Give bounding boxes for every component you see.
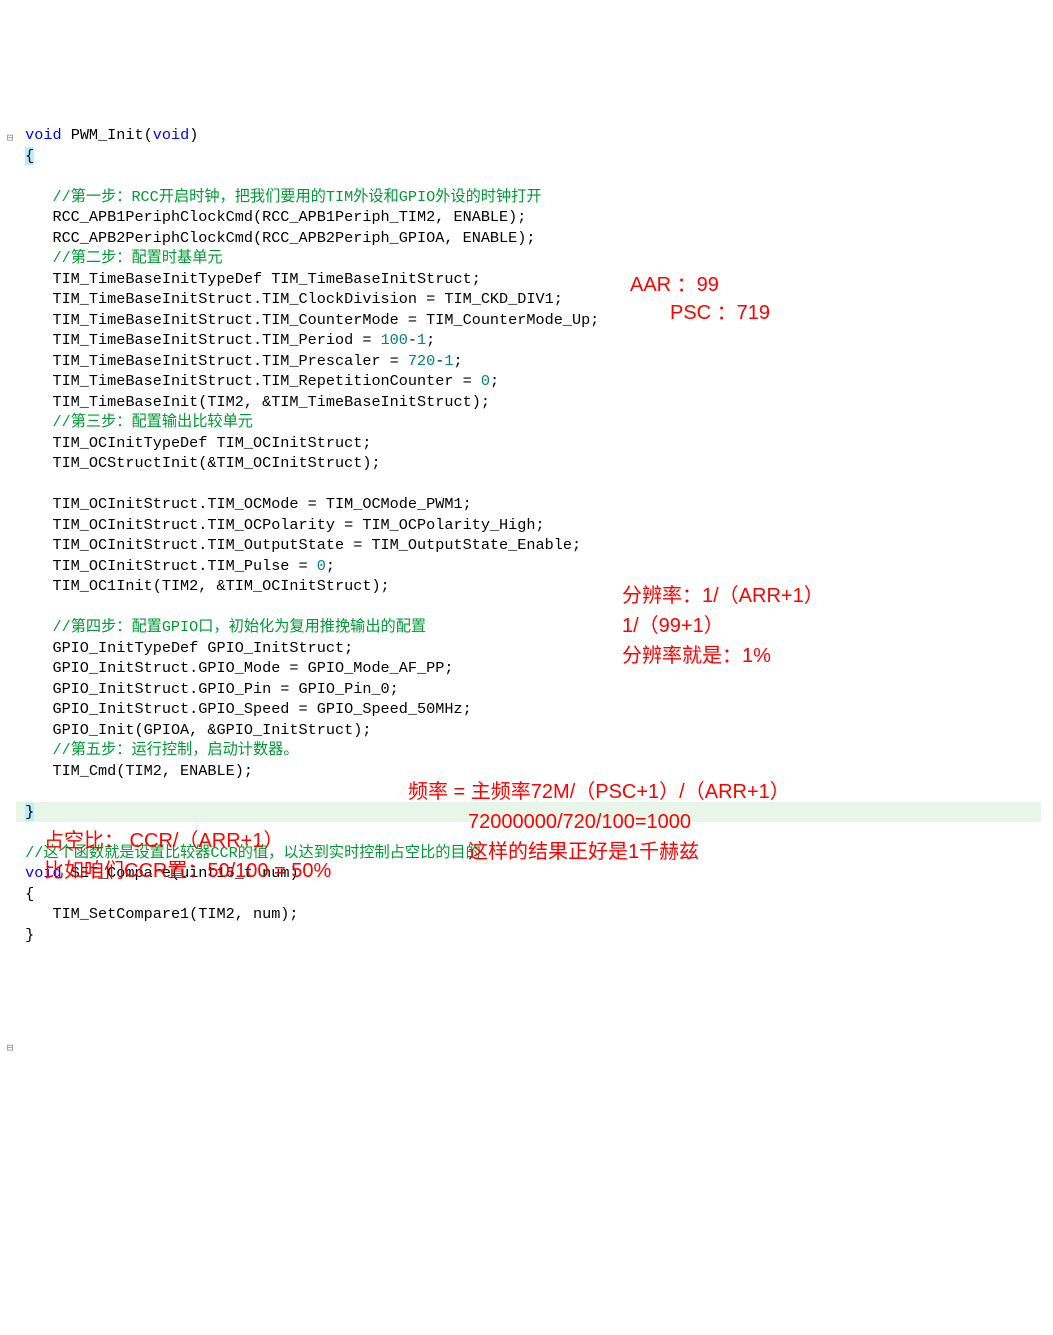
comment: //第四步：配置GPIO口，初始化为复用推挽输出的配置 — [52, 618, 426, 636]
annotation-frequency-3: 这样的结果正好是1千赫兹 — [468, 839, 699, 865]
code-line: TIM_TimeBaseInit(TIM2, &TIM_TimeBaseInit… — [16, 393, 490, 411]
annotation-frequency-1: 频率 = 主频率72M/（PSC+1）/（ARR+1） — [408, 779, 790, 805]
brace-close: } — [16, 926, 34, 944]
brace-open: { — [16, 885, 34, 903]
code-line: TIM_OCInitStruct.TIM_Pulse = 0; — [16, 557, 335, 575]
comment: //第三步：配置输出比较单元 — [52, 413, 252, 431]
annotation-psc: PSC ：719 — [670, 300, 770, 326]
blank — [16, 167, 25, 185]
code-line: TIM_TimeBaseInitStruct.TIM_ClockDivision… — [16, 290, 563, 308]
code-line: GPIO_InitStruct.GPIO_Mode = GPIO_Mode_AF… — [16, 659, 453, 677]
code-line: TIM_TimeBaseInitTypeDef TIM_TimeBaseInit… — [16, 270, 481, 288]
annotation-duty-1: 占空比： CCR/（ARR+1） — [44, 828, 283, 854]
annotation-duty-2: 比如咱们CCR置：50/100 = 50% — [44, 858, 331, 884]
code-line: TIM_TimeBaseInitStruct.TIM_Prescaler = 7… — [16, 352, 463, 370]
code-line: //第四步：配置GPIO口，初始化为复用推挽输出的配置 — [16, 618, 426, 636]
code-line: TIM_OCInitStruct.TIM_OCMode = TIM_OCMode… — [16, 495, 472, 513]
code-line: TIM_OC1Init(TIM2, &TIM_OCInitStruct); — [16, 577, 390, 595]
code-line: RCC_APB2PeriphClockCmd(RCC_APB2Periph_GP… — [16, 229, 536, 247]
blank — [16, 823, 25, 841]
annotation-resolution-2: 1/（99+1） — [622, 613, 724, 639]
blank — [16, 106, 25, 124]
brace-open: { — [16, 147, 34, 165]
code-line: GPIO_InitStruct.GPIO_Speed = GPIO_Speed_… — [16, 700, 472, 718]
code-line: TIM_OCStructInit(&TIM_OCInitStruct); — [16, 454, 381, 472]
annotation-resolution-3: 分辨率就是：1% — [622, 643, 771, 669]
keyword-void: void — [25, 126, 61, 144]
code-line: //第二步：配置时基单元 — [16, 249, 223, 267]
comment: //第二步：配置时基单元 — [52, 249, 222, 267]
code-line: TIM_OCInitTypeDef TIM_OCInitStruct; — [16, 434, 371, 452]
code-line: TIM_OCInitStruct.TIM_OutputState = TIM_O… — [16, 536, 581, 554]
comment: //第五步：运行控制，启动计数器。 — [52, 741, 298, 759]
keyword-void: void — [153, 126, 189, 144]
paren-close: ) — [189, 126, 198, 144]
blank — [16, 598, 52, 616]
annotation-aar: AAR ：99 — [630, 272, 719, 298]
code-line: TIM_Cmd(TIM2, ENABLE); — [16, 762, 253, 780]
code-line: TIM_TimeBaseInitStruct.TIM_CounterMode =… — [16, 311, 599, 329]
blank — [16, 782, 25, 800]
blank — [16, 475, 52, 493]
fn-name: PWM_Init( — [62, 126, 153, 144]
code-line: GPIO_InitTypeDef GPIO_InitStruct; — [16, 639, 353, 657]
func-signature: void PWM_Init(void) — [16, 126, 198, 144]
comment: //第一步：RCC开启时钟，把我们要用的TIM外设和GPIO外设的时钟打开 — [52, 188, 541, 206]
code-line: TIM_TimeBaseInitStruct.TIM_Period = 100-… — [16, 331, 435, 349]
code-line: GPIO_InitStruct.GPIO_Pin = GPIO_Pin_0; — [16, 680, 399, 698]
code-line: //第一步：RCC开启时钟，把我们要用的TIM外设和GPIO外设的时钟打开 — [16, 188, 542, 206]
annotation-frequency-2: 72000000/720/100=1000 — [468, 809, 691, 835]
code-line: TIM_OCInitStruct.TIM_OCPolarity = TIM_OC… — [16, 516, 545, 534]
annotation-resolution-1: 分辨率：1/（ARR+1） — [622, 583, 824, 609]
code-line: TIM_TimeBaseInitStruct.TIM_RepetitionCou… — [16, 372, 499, 390]
fold-minus-icon[interactable]: ⊟ — [4, 128, 16, 149]
code-line: //第五步：运行控制，启动计数器。 — [16, 741, 299, 759]
code-line: TIM_SetCompare1(TIM2, num); — [16, 905, 299, 923]
code-line: //第三步：配置输出比较单元 — [16, 413, 253, 431]
fold-minus-icon[interactable]: ⊟ — [4, 1038, 16, 1059]
code-line: GPIO_Init(GPIOA, &GPIO_InitStruct); — [16, 721, 371, 739]
brace-close: } — [25, 803, 34, 821]
code-line: RCC_APB1PeriphClockCmd(RCC_APB1Periph_TI… — [16, 208, 526, 226]
